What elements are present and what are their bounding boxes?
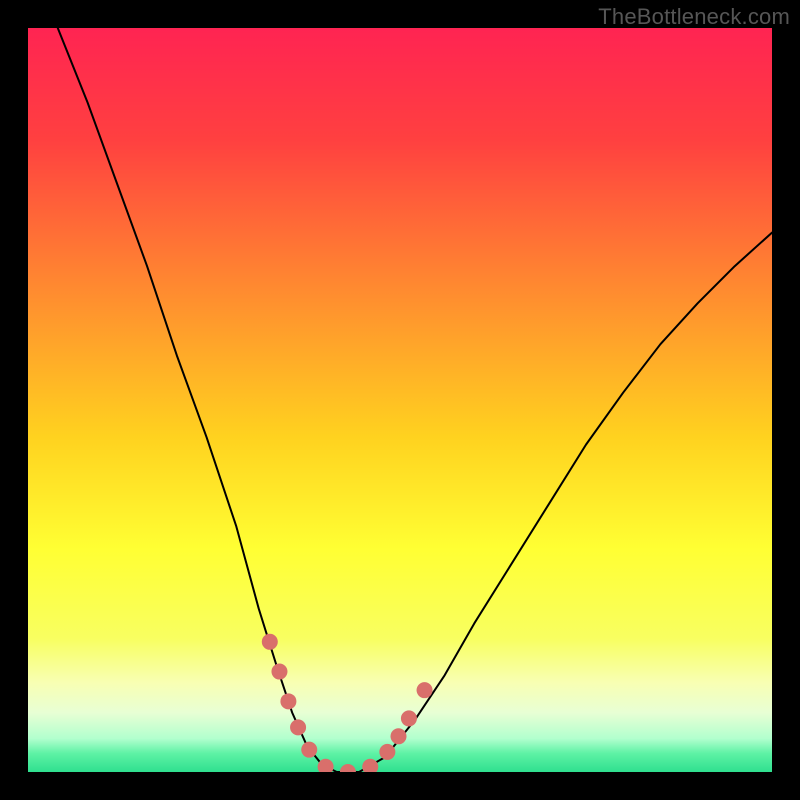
data-marker [379,744,395,760]
bottleneck-curve-chart [28,28,772,772]
data-marker [280,693,296,709]
data-marker [301,742,317,758]
data-marker [262,634,278,650]
watermark-text: TheBottleneck.com [598,4,790,30]
data-marker [290,719,306,735]
plot-area [28,28,772,772]
chart-frame: TheBottleneck.com [0,0,800,800]
gradient-background [28,28,772,772]
data-marker [271,664,287,680]
data-marker [417,682,433,698]
data-marker [401,710,417,726]
data-marker [391,728,407,744]
